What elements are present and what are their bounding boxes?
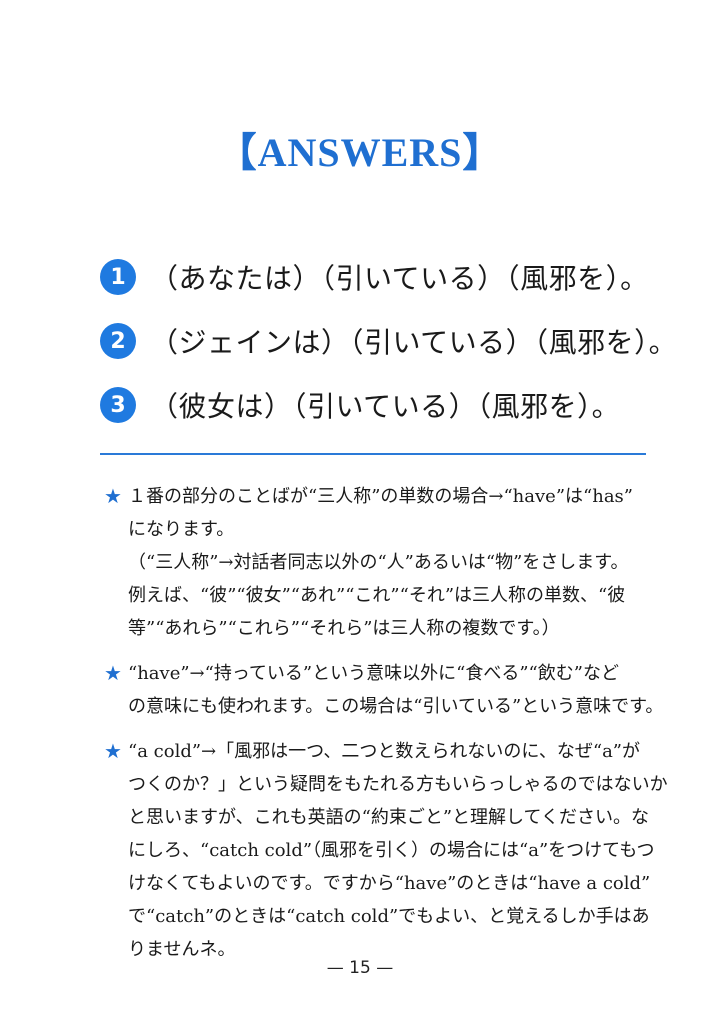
note-line: “a cold”→「風邪は一つ、二つと数えられないのに、なぜ“a”が	[128, 741, 641, 762]
answer-item: 2 （ジェインは）（引いている）（風邪を）。	[100, 309, 677, 373]
answer-item: 3 （彼女は）（引いている）（風邪を）。	[100, 373, 660, 437]
note-item: ★ “a cold”→「風邪は一つ、二つと数えられないのに、なぜ“a”が つくの…	[104, 735, 668, 966]
note-line: （“三人称”→対話者同志以外の“人”あるいは“物”をさします。	[128, 552, 629, 573]
answers-list: 1 （あなたは）（引いている）（風邪を）。 2 （ジェインは）（引いている）（風…	[100, 245, 677, 437]
answer-item: 1 （あなたは）（引いている）（風邪を）。	[100, 245, 660, 309]
note-line: にしろ、“catch cold”（風邪を引く）の場合には“a”をつけてもつ	[128, 840, 655, 861]
section-divider	[100, 453, 646, 455]
note-line: １番の部分のことばが“三人称”の単数の場合→“have”は“has”	[128, 486, 633, 507]
star-icon: ★	[104, 661, 122, 685]
note-line: 等”“あれら”“これら”“それら”は三人称の複数です。）	[128, 618, 560, 639]
note-line: つくのか？」という疑問をもたれる方もいらっしゃるのではないか	[128, 774, 668, 795]
note-line: けなくてもよいのです。ですから“have”のときは“have a cold”	[128, 873, 651, 894]
page-title: 【ANSWERS】	[216, 130, 504, 175]
answer-text: （ジェインは）（引いている）（風邪を）。	[150, 326, 678, 359]
answer-number-badge: 1	[100, 259, 136, 295]
note-line: の意味にも使われます。この場合は“引いている”という意味です。	[128, 696, 664, 717]
answer-text: （彼女は）（引いている）（風邪を）。	[150, 390, 621, 423]
answer-number-badge: 2	[100, 323, 136, 359]
note-item: ★ １番の部分のことばが“三人称”の単数の場合→“have”は“has” になり…	[104, 480, 664, 645]
answer-number-badge: 3	[100, 387, 136, 423]
note-line: になります。	[128, 519, 235, 540]
note-line: 例えば、“彼”“彼女”“あれ”“これ”“それ”は三人称の単数、“彼	[128, 585, 626, 606]
note-item: ★ “have”→“持っている”という意味以外に“食べる”“飲む”など の意味に…	[104, 657, 664, 723]
answer-text: （あなたは）（引いている）（風邪を）。	[150, 262, 649, 295]
note-line: と思いますが、これも英語の“約束ごと”と理解してください。な	[128, 807, 649, 828]
notes-section: ★ １番の部分のことばが“三人称”の単数の場合→“have”は“has” になり…	[104, 480, 668, 978]
star-icon: ★	[104, 739, 122, 763]
note-line: で“catch”のときは“catch cold”でもよい、と覚えるしか手はあ	[128, 906, 650, 927]
star-icon: ★	[104, 484, 122, 508]
note-line: “have”→“持っている”という意味以外に“食べる”“飲む”など	[128, 663, 619, 684]
page-number: — 15 —	[326, 958, 394, 978]
